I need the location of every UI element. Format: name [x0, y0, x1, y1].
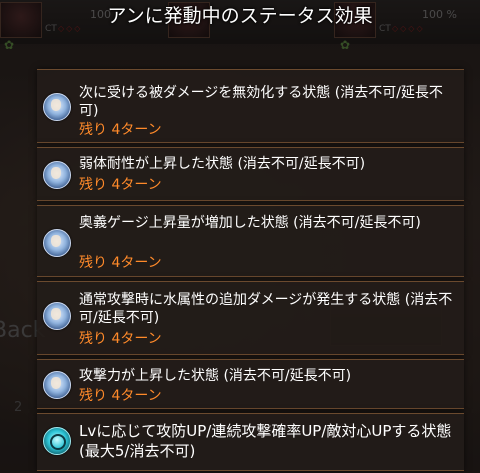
- effect-description: 次に受ける被ダメージを無効化する状態 (消去不可/延長不可): [79, 85, 443, 119]
- level-stack-buff-icon: [43, 427, 71, 455]
- status-effect-row: 攻撃力が上昇した状態 (消去不可/延長不可) 残り 4ターン: [37, 359, 464, 409]
- effect-description: 弱体耐性が上昇した状態 (消去不可/延長不可): [79, 156, 366, 172]
- ability-gear-icon: ✿: [4, 38, 15, 52]
- effect-turns: 残り 4ターン: [79, 388, 162, 404]
- effect-description: Lvに応じて攻防UP/連続攻撃確率UP/敵対心UPする状態(最大5/消去不可): [79, 422, 452, 460]
- effect-turns: 残り 4ターン: [79, 177, 162, 193]
- attack-up-icon: [43, 371, 71, 399]
- effect-turns: 残り 4ターン: [79, 331, 162, 347]
- shield-buff-icon: [43, 93, 71, 121]
- effect-description: 通常攻撃時に水属性の追加ダメージが発生する状態 (消去不可/延長不可): [79, 292, 453, 326]
- status-effect-row: 奥義ゲージ上昇量が増加した状態 (消去不可/延長不可) 残り 4ターン: [37, 205, 464, 277]
- status-effect-row: 次に受ける被ダメージを無効化する状態 (消去不可/延長不可) 残り 4ターン: [37, 69, 464, 143]
- turn-number: 2: [14, 400, 23, 415]
- status-effect-row: Lvに応じて攻防UP/連続攻撃確率UP/敵対心UPする状態(最大5/消去不可): [37, 413, 464, 471]
- charge-gain-up-icon: [43, 229, 71, 257]
- popup-title: アンに発動中のステータス効果: [107, 5, 373, 27]
- water-bonus-damage-icon: [43, 302, 71, 330]
- weakness-resist-up-icon: [43, 161, 71, 189]
- effect-turns: 残り 4ターン: [79, 255, 162, 271]
- effect-turns: 残り 4ターン: [79, 122, 162, 138]
- ability-gear-icon: ✿: [340, 38, 351, 52]
- effect-description: 奥義ゲージ上昇量が増加した状態 (消去不可/延長不可): [79, 215, 421, 231]
- status-effect-row: 通常攻撃時に水属性の追加ダメージが発生する状態 (消去不可/延長不可) 残り 4…: [37, 281, 464, 355]
- status-effect-row: 弱体耐性が上昇した状態 (消去不可/延長不可) 残り 4ターン: [37, 147, 464, 201]
- effect-description: 攻撃力が上昇した状態 (消去不可/延長不可): [79, 368, 352, 384]
